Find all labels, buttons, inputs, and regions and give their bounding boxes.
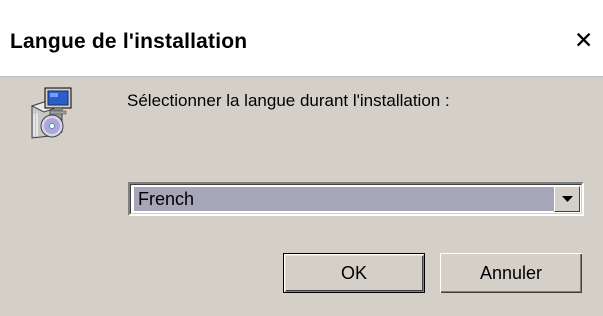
close-button[interactable]: ✕ xyxy=(568,26,598,56)
language-selected-value[interactable]: French xyxy=(134,187,558,211)
dropdown-arrow-button[interactable] xyxy=(554,186,580,212)
language-dropdown[interactable]: French xyxy=(128,182,584,216)
language-prompt: Sélectionner la langue durant l'installa… xyxy=(127,91,450,110)
language-dropdown-frame: French xyxy=(130,184,582,214)
language-dialog: Langue de l'installation ✕ Sélectionner … xyxy=(0,0,603,316)
cancel-button[interactable]: Annuler xyxy=(440,253,582,293)
ok-button[interactable]: OK xyxy=(283,253,425,293)
window-title: Langue de l'installation xyxy=(10,30,248,53)
installer-icon xyxy=(28,86,74,140)
chevron-down-icon xyxy=(562,196,573,202)
title-bar[interactable]: Langue de l'installation ✕ xyxy=(0,0,603,77)
close-icon: ✕ xyxy=(574,27,594,53)
